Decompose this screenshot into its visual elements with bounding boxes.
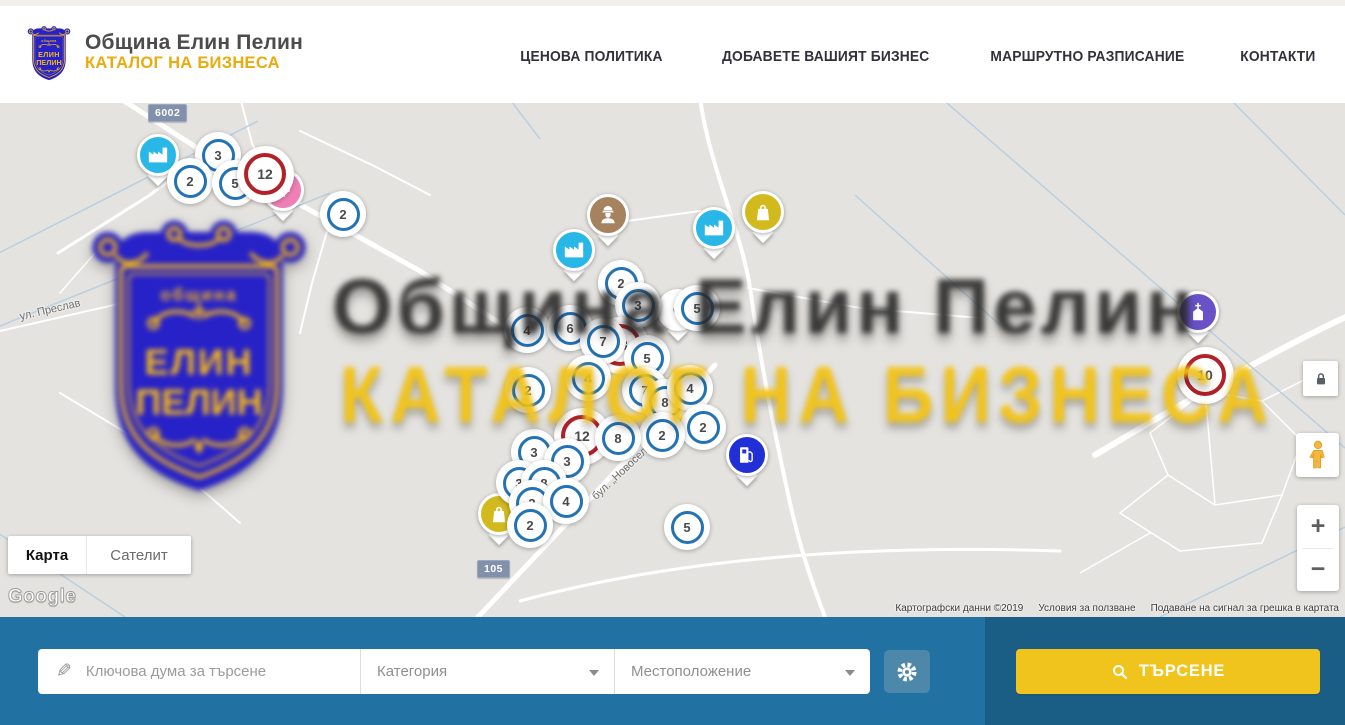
nav-item-add-business[interactable]: ДОБАВЕТЕ ВАШИЯТ БИЗНЕС: [722, 48, 929, 65]
chevron-down-icon: [589, 670, 599, 676]
site-header: Община Елин Пелин КАТАЛОГ НА БИЗНЕСА ЦЕН…: [0, 0, 1345, 103]
cluster-count: 5: [681, 292, 714, 325]
attribution-copyright: Картографски данни ©2019: [895, 603, 1023, 614]
cluster-count: 2: [174, 165, 207, 198]
search-button-label: ТЪРСЕНЕ: [1139, 662, 1225, 681]
cluster-count: 8: [602, 422, 635, 455]
cluster-count: 2: [514, 509, 547, 542]
zoom-in-button[interactable]: +: [1297, 505, 1339, 548]
category-dropdown[interactable]: Категория: [361, 649, 614, 694]
shopping-bag-icon: [752, 201, 774, 223]
site-logo[interactable]: Община Елин Пелин КАТАЛОГ НА БИЗНЕСА: [26, 21, 303, 82]
cluster-marker[interactable]: 2: [505, 367, 551, 413]
location-dropdown[interactable]: Местоположение: [615, 649, 870, 694]
search-input-group: ✎ Категория Местоположение: [38, 649, 870, 694]
zoom-control: + −: [1297, 505, 1339, 591]
cluster-count: 10: [1184, 354, 1226, 396]
site-title: Община Елин Пелин: [85, 31, 303, 55]
church-icon: [1187, 301, 1209, 323]
cluster-count: 3: [622, 289, 655, 322]
cluster-marker[interactable]: 5: [674, 285, 720, 331]
cluster-count: 2: [687, 411, 720, 444]
fuel-pump-icon: [736, 444, 758, 466]
keyword-search-input[interactable]: [84, 662, 360, 681]
nav-item-route-schedule[interactable]: МАРШРУТНО РАЗПИСАНИЕ: [991, 48, 1185, 65]
advanced-settings-button[interactable]: [884, 650, 930, 693]
map-type-satellite-button[interactable]: Сателит: [86, 536, 191, 574]
map-attribution: Картографски данни ©2019 Условия за полз…: [895, 603, 1339, 614]
cluster-count: 2: [327, 198, 360, 231]
cluster-marker[interactable]: 2: [167, 158, 213, 204]
pegman-icon: [1307, 440, 1329, 470]
street-view-pegman-button[interactable]: [1296, 433, 1339, 477]
cluster-marker[interactable]: 2: [639, 412, 685, 458]
factory-icon: [563, 239, 585, 261]
cluster-count: 5: [671, 511, 704, 544]
cluster-marker[interactable]: 2: [320, 191, 366, 237]
cluster-marker[interactable]: 4: [504, 307, 550, 353]
chevron-down-icon: [845, 670, 855, 676]
map-pin[interactable]: [742, 191, 784, 233]
pencil-icon: ✎: [56, 660, 72, 683]
map-canvas[interactable]: 6002105ул. Преславбул. „Новосел 32512223…: [0, 103, 1345, 617]
cluster-marker[interactable]: 10: [1177, 347, 1234, 404]
keyword-segment: ✎: [38, 649, 360, 694]
top-strip: [0, 0, 1345, 6]
gear-icon: [895, 660, 919, 684]
search-bar: ✎ Категория Местоположение: [0, 617, 985, 725]
lock-button[interactable]: [1303, 361, 1338, 396]
cluster-marker[interactable]: 8: [595, 415, 641, 461]
search-icon: [1111, 663, 1129, 681]
attribution-report-link[interactable]: Подаване на сигнал за грешка в картата: [1151, 603, 1339, 614]
cluster-count: 12: [244, 153, 286, 195]
map-type-control: Карта Сателит: [8, 536, 191, 574]
lock-icon: [1313, 371, 1329, 387]
cluster-count: 4: [511, 314, 544, 347]
cluster-marker[interactable]: 2: [680, 404, 726, 450]
cluster-count: 2: [646, 419, 679, 452]
nav-item-contacts[interactable]: КОНТАКТИ: [1240, 48, 1315, 65]
map-pin[interactable]: [1177, 291, 1219, 333]
logo-text: Община Елин Пелин КАТАЛОГ НА БИЗНЕСА: [85, 31, 303, 73]
nav-item-pricing[interactable]: ЦЕНОВА ПОЛИТИКА: [520, 48, 662, 65]
logo-emblem-icon: [26, 25, 72, 82]
map-type-map-button[interactable]: Карта: [8, 536, 86, 574]
page: Община Елин Пелин КАТАЛОГ НА БИЗНЕСА ЦЕН…: [0, 0, 1345, 725]
cluster-count: 4: [674, 372, 707, 405]
search-button[interactable]: ТЪРСЕНЕ: [1016, 649, 1320, 694]
pin-circle: [693, 207, 735, 249]
map-markers: 32512223513467524784221283338342510: [0, 103, 1345, 617]
cluster-marker[interactable]: 2: [507, 502, 553, 548]
search-bar-right: ТЪРСЕНЕ: [985, 617, 1345, 725]
worker-icon: [597, 204, 619, 226]
location-dropdown-value: Местоположение: [631, 663, 751, 680]
pin-circle: [742, 191, 784, 233]
cluster-marker[interactable]: 5: [664, 504, 710, 550]
site-subtitle: КАТАЛОГ НА БИЗНЕСА: [85, 54, 303, 72]
cluster-marker[interactable]: 4: [565, 355, 611, 401]
category-dropdown-value: Категория: [377, 663, 447, 680]
cluster-marker[interactable]: 12: [237, 146, 294, 203]
cluster-count: 4: [550, 485, 583, 518]
map-pin[interactable]: [693, 207, 735, 249]
factory-icon: [147, 144, 169, 166]
main-nav: ЦЕНОВА ПОЛИТИКА ДОБАВЕТЕ ВАШИЯТ БИЗНЕС М…: [514, 48, 1319, 65]
cluster-count: 2: [512, 374, 545, 407]
map-pin[interactable]: [553, 229, 595, 271]
map-pin[interactable]: [726, 434, 768, 476]
pin-circle: [726, 434, 768, 476]
factory-icon: [703, 217, 725, 239]
pin-circle: [1177, 291, 1219, 333]
google-logo[interactable]: Google: [8, 586, 76, 608]
attribution-terms-link[interactable]: Условия за ползване: [1038, 603, 1135, 614]
zoom-out-button[interactable]: −: [1297, 549, 1339, 592]
cluster-count: 7: [587, 325, 620, 358]
cluster-count: 4: [572, 362, 605, 395]
pin-circle: [553, 229, 595, 271]
